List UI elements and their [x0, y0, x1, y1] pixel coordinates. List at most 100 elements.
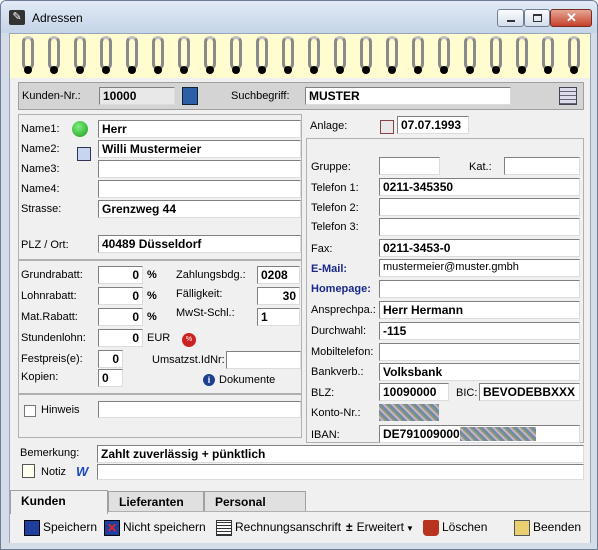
header-bar: Kunden-Nr.: 10000 Suchbegriff: MUSTER — [18, 82, 584, 110]
spiral-ring — [74, 36, 86, 70]
grid-view-icon[interactable] — [559, 87, 577, 105]
spiral-hole — [128, 66, 136, 74]
mwst-input[interactable]: 1 — [257, 308, 300, 326]
customer-list-icon[interactable] — [182, 87, 198, 105]
address-window: ✎ Adressen ✕ Kunden-Nr.: 10000 Suchbegri… — [0, 0, 598, 550]
name1-input[interactable]: Herr — [98, 120, 301, 138]
tab-kunden[interactable]: Kunden — [10, 490, 108, 514]
minimize-button[interactable] — [497, 9, 524, 27]
kunden-nr-input[interactable]: 10000 — [99, 87, 175, 105]
gruppe-input[interactable] — [379, 157, 440, 175]
save-button[interactable]: Speichern — [24, 520, 97, 536]
mobil-label: Mobiltelefon: — [311, 346, 374, 358]
calendar-icon[interactable] — [380, 120, 394, 134]
iban-label: IBAN: — [311, 429, 340, 441]
festpreise-input[interactable]: 0 — [98, 350, 123, 368]
ansprechpartner-input[interactable]: Herr Hermann — [379, 301, 580, 319]
spiral-hole — [336, 66, 344, 74]
telefon1-label: Telefon 1: — [311, 182, 359, 194]
suchbegriff-input[interactable]: MUSTER — [305, 87, 511, 105]
stundenlohn-input[interactable]: 0 — [98, 329, 143, 347]
email-link[interactable]: E-Mail: — [311, 263, 347, 275]
matrabatt-input[interactable]: 0 — [98, 308, 143, 326]
faelligkeit-label: Fälligkeit: — [176, 288, 223, 300]
homepage-input[interactable] — [379, 280, 580, 298]
spiral-hole — [76, 66, 84, 74]
spiral-ring — [334, 36, 346, 70]
mobil-input[interactable] — [379, 343, 580, 361]
name2-input[interactable]: Willi Mustermeier — [98, 140, 301, 158]
word-icon[interactable]: W — [76, 464, 88, 479]
konto-obscured — [379, 404, 439, 421]
exit-label: Beenden — [533, 520, 582, 535]
strasse-input[interactable]: Grenzweg 44 — [98, 200, 301, 218]
address-panel: Name1: Herr Name2: Willi Mustermeier Nam… — [18, 114, 302, 260]
ustid-input[interactable] — [226, 351, 301, 369]
bankverb-label: Bankverb.: — [311, 366, 364, 378]
spiral-hole — [180, 66, 188, 74]
spiral-ring — [464, 36, 476, 70]
kat-input[interactable] — [504, 157, 580, 175]
iban-value: DE791009000 — [383, 427, 460, 441]
telefon3-input[interactable] — [379, 218, 580, 236]
dont-save-button[interactable]: ✕ Nicht speichern — [104, 520, 206, 536]
currency-label: EUR — [147, 332, 171, 344]
hinweis-input[interactable] — [98, 401, 301, 418]
delete-button[interactable]: Löschen — [423, 520, 487, 536]
grundrabatt-input[interactable]: 0 — [98, 266, 143, 284]
bankverb-input[interactable]: Volksbank — [379, 363, 580, 381]
percent-sign: % — [147, 269, 157, 281]
notiz-label: Notiz — [41, 466, 67, 478]
blz-input[interactable]: 10090000 — [379, 383, 449, 401]
billing-address-button[interactable]: Rechnungsanschrift — [216, 520, 341, 536]
name4-label: Name4: — [21, 183, 60, 195]
zahlungsbdg-input[interactable]: 0208 — [257, 266, 300, 284]
tab-lieferanten[interactable]: Lieferanten — [108, 491, 204, 513]
name4-input[interactable] — [98, 180, 301, 198]
cancel-save-icon: ✕ — [104, 520, 120, 536]
durchwahl-input[interactable]: -115 — [379, 322, 580, 340]
hinweis-checkbox[interactable] — [24, 405, 36, 417]
iban-input[interactable]: DE791009000 — [379, 425, 580, 443]
calculator-icon[interactable]: % — [182, 333, 196, 347]
spiral-hole — [544, 66, 552, 74]
spiral-ring — [490, 36, 502, 70]
close-button[interactable]: ✕ — [550, 9, 592, 27]
plus-icon: ± — [346, 520, 353, 534]
ansprechpartner-label: Ansprechpa.: — [311, 304, 376, 316]
spiral-hole — [310, 66, 318, 74]
faelligkeit-input[interactable]: 30 — [257, 287, 300, 305]
email-input[interactable]: mustermeier@muster.gmbh — [379, 259, 580, 277]
extended-menu-button[interactable]: ± Erweitert ▼ — [346, 520, 414, 534]
lohnrabatt-input[interactable]: 0 — [98, 287, 143, 305]
exit-button[interactable]: Beenden — [514, 520, 581, 536]
exit-icon — [514, 520, 530, 536]
kopien-input[interactable]: 0 — [98, 369, 123, 387]
telefon1-input[interactable]: 0211-345350 — [379, 178, 580, 196]
bic-input[interactable]: BEVODEBBXXX — [479, 383, 580, 401]
bemerkung-input[interactable]: Zahlt zuverlässig + pünktlich — [97, 445, 584, 463]
telefon2-input[interactable] — [379, 198, 580, 216]
dont-save-label: Nicht speichern — [123, 520, 206, 535]
bottom-toolbar: Speichern ✕ Nicht speichern Rechnungsansc… — [10, 511, 590, 543]
notiz-input[interactable] — [97, 464, 584, 480]
copy-icon[interactable] — [77, 147, 91, 161]
homepage-link[interactable]: Homepage: — [311, 283, 371, 295]
plz-ort-input[interactable]: 40489 Düsseldorf — [98, 235, 301, 253]
anlage-input[interactable]: 07.07.1993 — [397, 116, 469, 134]
tab-personal[interactable]: Personal — [204, 491, 306, 513]
spiral-ring — [542, 36, 554, 70]
spiral-ring — [438, 36, 450, 70]
note-icon[interactable] — [22, 464, 35, 478]
name3-input[interactable] — [98, 160, 301, 178]
matrabatt-label: Mat.Rabatt: — [21, 311, 78, 323]
chevron-down-icon: ▼ — [405, 524, 414, 533]
spiral-ring — [100, 36, 112, 70]
festpreise-label: Festpreis(e): — [21, 353, 83, 365]
spiral-hole — [50, 66, 58, 74]
maximize-button[interactable] — [524, 9, 550, 27]
fax-input[interactable]: 0211-3453-0 — [379, 239, 580, 257]
plz-label: PLZ / Ort: — [21, 239, 69, 251]
percent-sign: % — [147, 311, 157, 323]
dokumente-link[interactable]: Dokumente — [219, 374, 275, 386]
